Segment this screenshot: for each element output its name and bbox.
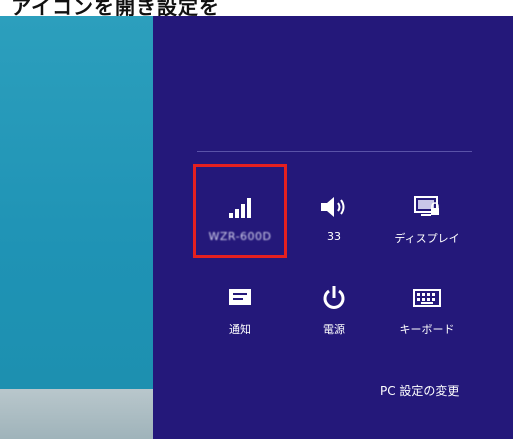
display-label: ディスプレイ — [394, 232, 460, 245]
power-icon — [294, 285, 374, 311]
network-highlight-box — [193, 164, 287, 258]
power-label: 電源 — [323, 323, 345, 336]
volume-level-label: 33 — [327, 230, 341, 243]
top-caption-strip: 】アイコンを開き設定を — [0, 0, 513, 16]
desktop-background — [0, 16, 153, 439]
notifications-label: 通知 — [229, 323, 251, 336]
keyboard-label: キーボード — [399, 323, 455, 336]
keyboard-tile[interactable]: キーボード — [387, 265, 467, 345]
volume-icon — [294, 194, 374, 220]
display-icon — [387, 194, 467, 220]
keyboard-icon — [387, 285, 467, 311]
display-tile[interactable]: ディスプレイ — [387, 174, 467, 254]
taskbar — [0, 389, 153, 439]
change-pc-settings-link[interactable]: PC 設定の変更 — [380, 382, 459, 399]
panel-divider — [197, 151, 472, 152]
volume-tile[interactable]: 33 — [294, 174, 374, 254]
notification-icon — [200, 285, 280, 311]
caption-text: 】アイコンを開き設定を — [0, 0, 220, 16]
notifications-tile[interactable]: 通知 — [200, 265, 280, 345]
power-tile[interactable]: 電源 — [294, 265, 374, 345]
